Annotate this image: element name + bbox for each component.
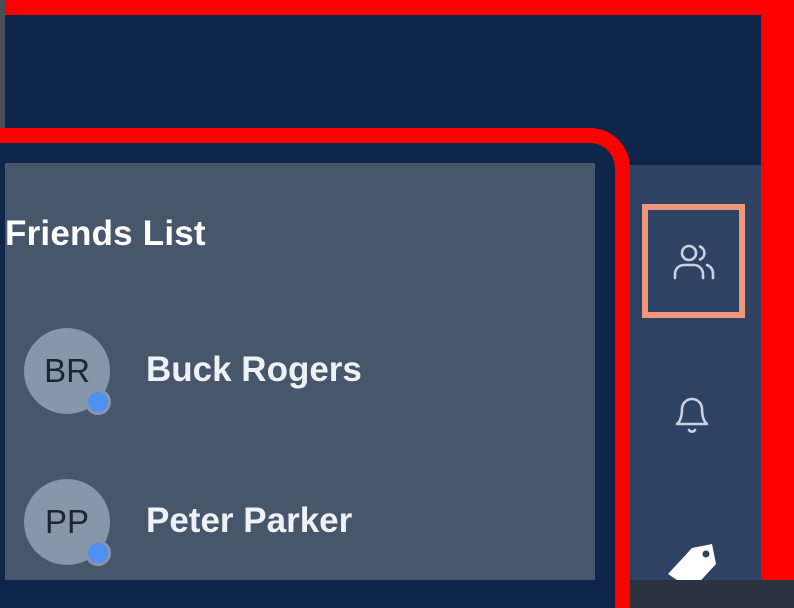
rail-button-tags[interactable] xyxy=(660,534,722,580)
rail-button-notifications[interactable] xyxy=(664,390,720,442)
online-status-dot xyxy=(85,389,111,415)
avatar-initials: PP xyxy=(44,503,90,540)
friends-list-title: Friends List xyxy=(5,214,206,253)
friend-name: Peter Parker xyxy=(146,501,353,540)
rail-button-friends[interactable] xyxy=(642,204,745,318)
friend-list-item[interactable]: BR Buck Rogers xyxy=(24,328,584,418)
highlight-border-right xyxy=(761,0,794,580)
online-status-dot xyxy=(85,540,111,566)
friend-name: Buck Rogers xyxy=(146,350,362,389)
users-icon xyxy=(672,241,716,281)
tag-icon xyxy=(662,534,720,580)
friend-list-item[interactable]: PP Peter Parker xyxy=(24,479,584,569)
bell-icon xyxy=(672,394,712,438)
highlight-border-top xyxy=(5,0,794,15)
avatar-initials: BR xyxy=(44,352,90,389)
